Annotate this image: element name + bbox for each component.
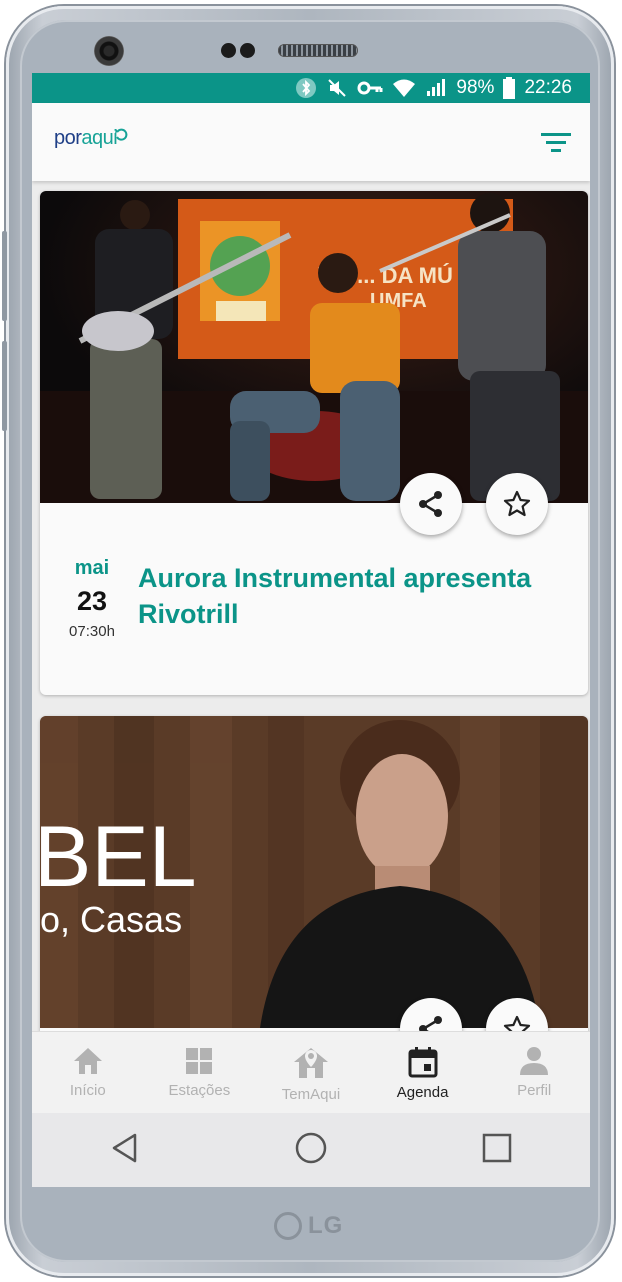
home-icon	[73, 1048, 102, 1074]
sensor-right	[240, 43, 255, 58]
person-icon	[520, 1047, 549, 1075]
signal-icon	[425, 78, 447, 98]
nav-label: Início	[69, 1082, 106, 1099]
share-button[interactable]	[400, 473, 462, 535]
nav-inicio[interactable]: Início	[32, 1032, 144, 1114]
event-month: mai	[74, 557, 110, 579]
grid-icon	[186, 1048, 213, 1074]
mute-icon	[326, 77, 348, 99]
logo-swirl-icon	[115, 128, 128, 141]
system-navigation	[32, 1113, 590, 1187]
lg-logo-mark	[274, 1212, 302, 1240]
volume-button	[2, 231, 7, 321]
app-bar: por aqui	[32, 103, 590, 181]
event-photo: VIII ... DA MÚ UMFA	[40, 191, 588, 503]
app-logo[interactable]: por aqui	[54, 127, 129, 150]
banner-text-large: BEL	[40, 809, 197, 905]
star-icon	[503, 490, 531, 517]
event-card[interactable]: VIII ... DA MÚ UMFA mai 23 07:30h Aurora…	[40, 191, 588, 695]
nav-agenda[interactable]: Agenda	[367, 1032, 479, 1114]
home-circle-icon[interactable]	[294, 1131, 328, 1170]
nav-temaqui[interactable]: TemAqui	[255, 1032, 367, 1114]
house-pin-icon	[293, 1048, 328, 1078]
status-bar: 98% 22:26	[32, 73, 590, 103]
screen: 98% 22:26 por aqui VIII ... DA MÚ UMFA m…	[32, 73, 590, 1187]
lg-logo: LG	[274, 1212, 343, 1240]
nav-label: TemAqui	[281, 1086, 341, 1103]
nav-label: Estações	[168, 1082, 231, 1099]
event-day: 23	[76, 586, 108, 616]
logo-text-aqui: aqui	[81, 127, 118, 149]
event-title[interactable]: Aurora Instrumental apresenta Rivotrill	[138, 560, 578, 632]
front-camera	[94, 36, 124, 66]
battery-icon	[503, 77, 516, 99]
event-photo: BEL o, Casas	[40, 716, 588, 1028]
recents-icon[interactable]	[481, 1132, 513, 1169]
filter-icon[interactable]	[540, 131, 572, 155]
nav-label: Agenda	[396, 1084, 449, 1101]
bottom-navigation: Início Estações TemAqui Agenda Perfil	[32, 1031, 590, 1114]
logo-text-por: por	[54, 127, 82, 149]
event-date: mai 23 07:30h	[52, 557, 132, 640]
sensor-left	[221, 43, 236, 58]
clock: 22:26	[524, 77, 572, 98]
wifi-icon	[392, 78, 416, 98]
battery-percent: 98%	[456, 77, 495, 98]
back-icon[interactable]	[109, 1132, 141, 1169]
share-icon	[419, 491, 442, 517]
nav-perfil[interactable]: Perfil	[478, 1032, 590, 1114]
earpiece-speaker	[278, 44, 358, 57]
nav-label: Perfil	[517, 1082, 552, 1099]
power-button	[2, 341, 7, 431]
event-time: 07:30h	[69, 623, 115, 640]
banner-text-small: o, Casas	[40, 899, 182, 940]
bluetooth-icon	[295, 77, 317, 99]
favorite-button[interactable]	[486, 473, 548, 535]
calendar-icon	[408, 1047, 438, 1078]
vpn-key-icon	[357, 79, 383, 97]
lg-logo-text: LG	[308, 1212, 344, 1239]
nav-estacoes[interactable]: Estações	[144, 1032, 256, 1114]
